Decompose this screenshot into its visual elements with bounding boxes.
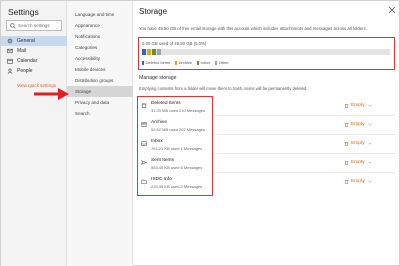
legend-deleted-items: Deleted Items	[142, 60, 170, 65]
folder-name: Archive	[151, 120, 167, 125]
empty-folder-note: Emptying contents from a folder will mov…	[139, 86, 308, 91]
mail-icon	[7, 48, 13, 54]
settings-sidebar: Settings General Mail	[1, 1, 67, 266]
inbox-icon	[141, 141, 147, 146]
storage-panel: Storage You have 49.50 GB of free email …	[133, 1, 400, 266]
gear-icon	[7, 38, 13, 44]
calendar-icon	[7, 58, 13, 64]
folder-usage: 761.21 KB used 1 Messages	[151, 146, 203, 151]
folder-row-sent-items: Sent Items 553.40 KB used 6 Messages	[141, 158, 211, 176]
nav-item-people[interactable]: People	[1, 66, 67, 76]
subnav-item-language[interactable]: Language and time	[67, 9, 133, 20]
legend-other: Other	[215, 60, 229, 65]
empty-button-label: Empty	[351, 122, 365, 127]
storage-usage-box: 0.00 GB used of 49.50 GB (0.0%) Deleted …	[138, 37, 395, 70]
subnav-item-categories[interactable]: Categories	[67, 42, 133, 53]
subnav-item-appearance[interactable]: Appearance	[67, 20, 133, 31]
archive-icon	[141, 122, 147, 127]
bar-segment-archive	[147, 49, 151, 55]
empty-inbox-button[interactable]: Empty	[344, 141, 372, 146]
settings-window: Settings General Mail	[0, 0, 400, 266]
folder-name: Deleted Items	[151, 101, 181, 106]
nav-item-calendar[interactable]: Calendar	[1, 56, 67, 66]
storage-description: You have 49.50 GB of free email storage …	[139, 26, 367, 31]
storage-legend: Deleted Items Archive Inbox Other	[142, 60, 229, 65]
row-divider	[213, 172, 395, 173]
legend-label: Inbox	[200, 60, 211, 65]
settings-title: Settings	[8, 7, 39, 17]
bar-segment-inbox	[152, 49, 156, 55]
folder-usage: 31.20 MB used 210 Messages	[151, 108, 206, 113]
subnav-item-search[interactable]: Search	[67, 108, 133, 119]
trash-icon	[344, 104, 349, 108]
legend-archive: Archive	[175, 60, 192, 65]
folder-name: Inbox	[151, 139, 163, 144]
legend-label: Other	[218, 60, 229, 65]
annotation-arrow	[34, 88, 69, 100]
nav-item-label: Calendar	[17, 58, 38, 64]
chevron-down-icon	[367, 180, 372, 183]
nav-item-label: People	[17, 68, 33, 74]
subnav-item-mobile-devices[interactable]: Mobile devices	[67, 64, 133, 75]
search-icon	[10, 23, 16, 29]
search-settings-box[interactable]	[6, 20, 62, 31]
empty-archive-button[interactable]: Empty	[344, 122, 372, 127]
empty-button-label: Empty	[351, 141, 365, 146]
storage-used-text: 0.00 GB used of 49.50 GB (0.0%)	[142, 41, 207, 46]
manage-storage-heading: Manage storage	[139, 75, 177, 81]
row-divider	[213, 153, 395, 154]
legend-inbox: Inbox	[197, 60, 210, 65]
search-input[interactable]	[18, 21, 61, 30]
settings-subnav: Language and time Appearance Notificatio…	[67, 1, 133, 266]
storage-title: Storage	[139, 7, 168, 16]
empty-deleted-items-button[interactable]: Empty	[344, 103, 372, 108]
close-icon[interactable]	[388, 6, 396, 14]
legend-label: Archive	[178, 60, 193, 65]
folder-row-deleted-items: Deleted Items 31.20 MB used 210 Messages	[141, 101, 211, 119]
trash-icon	[344, 180, 349, 184]
send-icon	[141, 160, 147, 165]
subnav-item-notifications[interactable]: Notifications	[67, 31, 133, 42]
folder-row-isdc-info: ISDC Info 225.39 KB used 2 Messages	[141, 177, 211, 195]
nav-item-label: General	[17, 38, 35, 44]
nav-item-mail[interactable]: Mail	[1, 46, 67, 56]
subnav-item-distribution-groups[interactable]: Distribution groups	[67, 75, 133, 86]
empty-button-label: Empty	[351, 103, 365, 108]
folder-row-archive: Archive 53.52 MB used 202 Messages	[141, 120, 211, 138]
folder-icon	[141, 179, 147, 184]
empty-button-label: Empty	[351, 179, 365, 184]
folder-row-inbox: Inbox 761.21 KB used 1 Messages	[141, 139, 211, 157]
chevron-down-icon	[367, 161, 372, 164]
folder-list-box: Deleted Items 31.20 MB used 210 Messages…	[137, 96, 213, 196]
folder-name: ISDC Info	[151, 177, 172, 182]
folder-name: Sent Items	[151, 158, 174, 163]
bar-segment-other	[157, 49, 161, 55]
nav-item-general[interactable]: General	[1, 36, 67, 46]
subnav-item-storage[interactable]: Storage	[67, 86, 133, 97]
row-divider	[213, 115, 395, 116]
subnav-item-accessibility[interactable]: Accessibility	[67, 53, 133, 64]
chevron-down-icon	[367, 142, 372, 145]
settings-nav: General Mail Calendar People	[1, 36, 67, 76]
trash-icon	[344, 123, 349, 127]
subnav-item-privacy[interactable]: Privacy and data	[67, 97, 133, 108]
row-divider	[213, 134, 395, 135]
empty-button-label: Empty	[351, 160, 365, 165]
legend-label: Deleted Items	[145, 60, 171, 65]
folder-usage: 553.40 KB used 6 Messages	[151, 165, 203, 170]
folder-usage: 53.52 MB used 202 Messages	[151, 127, 206, 132]
nav-item-label: Mail	[17, 48, 27, 54]
empty-sent-items-button[interactable]: Empty	[344, 160, 372, 165]
chevron-down-icon	[367, 123, 372, 126]
chevron-down-icon	[367, 104, 372, 107]
empty-isdc-info-button[interactable]: Empty	[344, 179, 372, 184]
folder-usage: 225.39 KB used 2 Messages	[151, 184, 203, 189]
storage-usage-bar	[142, 49, 390, 55]
trash-icon	[141, 103, 147, 108]
people-icon	[7, 68, 13, 74]
trash-icon	[344, 142, 349, 146]
trash-icon	[344, 161, 349, 165]
bar-segment-deleted-items	[142, 49, 146, 55]
